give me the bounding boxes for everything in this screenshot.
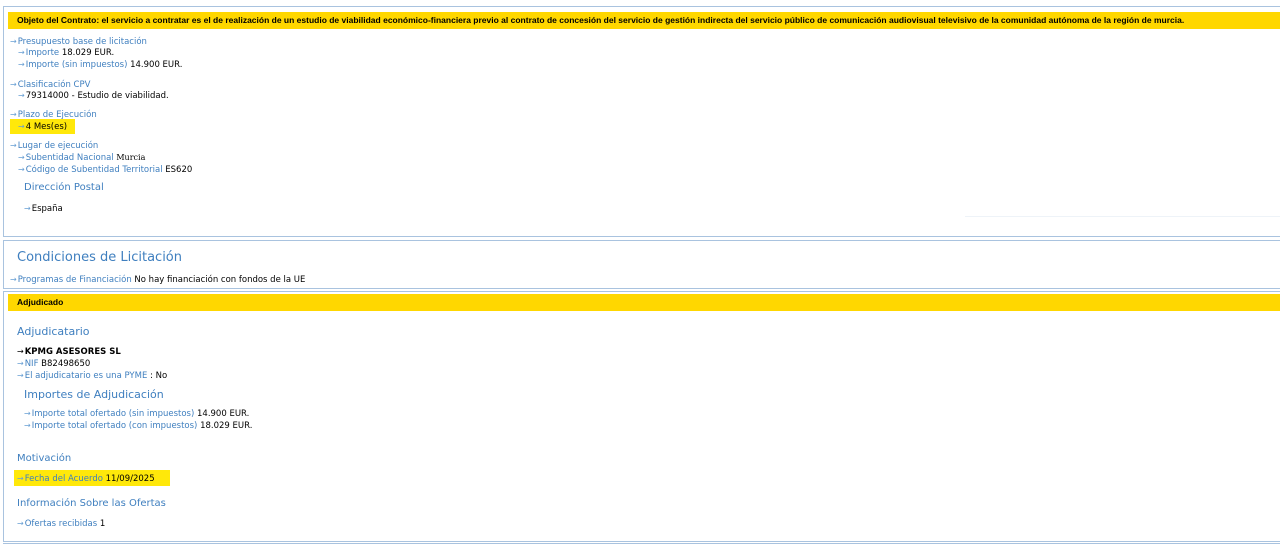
- arrow-icon: →: [17, 371, 24, 380]
- pais-value: España: [31, 204, 63, 214]
- lugar-section-title: →Lugar de ejecución: [10, 140, 98, 152]
- cpv-row: →79314000 - Estudio de viabilidad.: [18, 90, 169, 102]
- subentidad-value: Murcia: [116, 153, 146, 162]
- subentidad-label: Subentidad Nacional: [25, 153, 114, 163]
- importe-sin-impuestos-label: Importe (sin impuestos): [25, 60, 128, 70]
- nif-row: →NIF B82498650: [17, 358, 90, 370]
- arrow-icon: →: [10, 141, 17, 150]
- pyme-label: El adjudicatario es una PYME: [24, 371, 148, 381]
- codigo-subentidad-value: ES620: [165, 165, 193, 175]
- presupuesto-title: Presupuesto base de licitación: [17, 37, 147, 47]
- arrow-icon: →: [24, 409, 31, 418]
- subentidad-row: →Subentidad Nacional Murcia: [18, 152, 145, 164]
- arrow-icon: →: [17, 474, 24, 483]
- arrow-icon: →: [18, 91, 25, 100]
- pyme-row: →El adjudicatario es una PYME : No: [17, 370, 167, 382]
- plazo-title: Plazo de Ejecución: [17, 110, 97, 120]
- arrow-icon: →: [17, 519, 24, 528]
- arrow-icon: →: [10, 80, 17, 89]
- fecha-acuerdo-row: →Fecha del Acuerdo 11/09/2025: [17, 473, 155, 485]
- codigo-subentidad-row: →Código de Subentidad Territorial ES620: [18, 164, 192, 176]
- adjudicatario-heading: Adjudicatario: [17, 325, 90, 338]
- arrow-icon: →: [17, 347, 24, 356]
- total-sin-impuestos-row: →Importe total ofertado (sin impuestos) …: [24, 408, 249, 420]
- arrow-icon: →: [10, 110, 17, 119]
- empresa-name: KPMG ASESORES SL: [24, 347, 121, 357]
- presupuesto-sin-impuestos-row: →Importe (sin impuestos) 14.900 EUR.: [18, 59, 182, 71]
- pyme-separator: :: [150, 371, 153, 381]
- importe-value: 18.029 EUR.: [61, 48, 115, 58]
- cpv-title: Clasificación CPV: [17, 80, 91, 90]
- arrow-icon: →: [17, 359, 24, 368]
- nif-value: B82498650: [41, 359, 91, 369]
- importe-label: Importe: [25, 48, 60, 58]
- total-sin-impuestos-value: 14.900 EUR.: [197, 409, 250, 419]
- arrow-icon: →: [24, 421, 31, 430]
- fecha-acuerdo-label: Fecha del Acuerdo: [24, 474, 103, 484]
- arrow-icon: →: [10, 37, 17, 46]
- cpv-value: 79314000 - Estudio de viabilidad.: [25, 91, 169, 101]
- codigo-subentidad-label: Código de Subentidad Territorial: [25, 165, 163, 175]
- pais-row: →España: [24, 203, 63, 215]
- plazo-value: 4 Mes(es): [25, 122, 68, 132]
- plazo-row: →4 Mes(es): [18, 121, 67, 133]
- objeto-contrato-text: el servicio a contratar es el de realiza…: [101, 15, 1185, 25]
- plazo-section-title: →Plazo de Ejecución: [10, 109, 97, 121]
- arrow-icon: →: [10, 275, 17, 284]
- motivacion-heading: Motivación: [17, 453, 72, 464]
- programas-financiacion-value: No hay financiación con fondos de la UE: [134, 275, 306, 285]
- arrow-icon: →: [24, 204, 31, 213]
- fecha-acuerdo-value: 11/09/2025: [105, 474, 155, 484]
- total-con-impuestos-label: Importe total ofertado (con impuestos): [31, 421, 198, 431]
- arrow-icon: →: [18, 48, 25, 57]
- ofertas-recibidas-label: Ofertas recibidas: [24, 519, 98, 529]
- total-con-impuestos-row: →Importe total ofertado (con impuestos) …: [24, 420, 252, 432]
- programas-financiacion-row: →Programas de Financiación No hay financ…: [10, 274, 305, 286]
- objeto-contrato-label: Objeto del Contrato:: [17, 15, 100, 25]
- presupuesto-importe-row: →Importe 18.029 EUR.: [18, 47, 114, 59]
- total-sin-impuestos-label: Importe total ofertado (sin impuestos): [31, 409, 195, 419]
- detalle-contrato-panel: [3, 6, 1280, 237]
- arrow-icon: →: [18, 122, 25, 131]
- divider: [965, 216, 1280, 217]
- direccion-postal-heading: Dirección Postal: [24, 182, 104, 193]
- arrow-icon: →: [18, 165, 25, 174]
- importe-sin-impuestos-value: 14.900 EUR.: [130, 60, 183, 70]
- total-con-impuestos-value: 18.029 EUR.: [200, 421, 253, 431]
- arrow-icon: →: [18, 60, 25, 69]
- pyme-value: No: [155, 371, 168, 381]
- info-ofertas-heading: Información Sobre las Ofertas: [17, 498, 166, 509]
- arrow-icon: →: [18, 153, 25, 162]
- divider: [3, 543, 1280, 544]
- lugar-title: Lugar de ejecución: [17, 141, 99, 151]
- importes-adjudicacion-heading: Importes de Adjudicación: [24, 388, 164, 401]
- nif-label: NIF: [24, 359, 39, 369]
- adjudicado-bar: Adjudicado: [8, 294, 1280, 311]
- ofertas-recibidas-value: 1: [99, 519, 106, 529]
- empresa-row: →KPMG ASESORES SL: [17, 346, 121, 358]
- programas-financiacion-label: Programas de Financiación: [17, 275, 132, 285]
- objeto-contrato-bar: Objeto del Contrato: el servicio a contr…: [8, 12, 1280, 29]
- condiciones-heading: Condiciones de Licitación: [17, 250, 183, 265]
- ofertas-recibidas-row: →Ofertas recibidas 1: [17, 518, 105, 530]
